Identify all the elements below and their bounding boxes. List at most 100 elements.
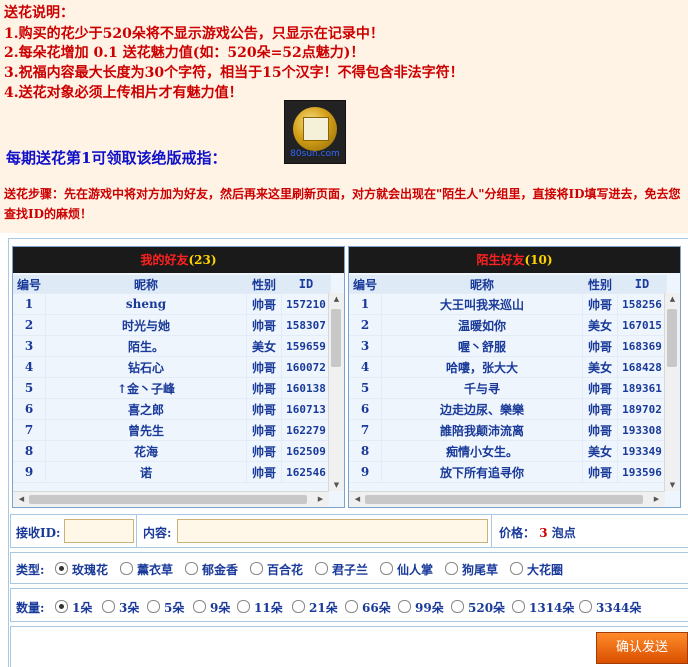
type-option-clivia[interactable]: 君子兰 — [315, 561, 368, 578]
type-option-lavender[interactable]: 薰衣草 — [120, 561, 173, 578]
type-option-label: 大花圈 — [527, 563, 564, 577]
radio-icon[interactable] — [185, 562, 198, 575]
qty-option-5[interactable]: 5朵 — [147, 599, 184, 616]
type-option-tulip[interactable]: 郁金香 — [185, 561, 238, 578]
radio-icon[interactable] — [398, 600, 411, 613]
cell-gender: 帅哥 — [582, 461, 618, 483]
type-option-cactus[interactable]: 仙人掌 — [380, 561, 433, 578]
content-input[interactable] — [177, 519, 488, 543]
scroll-right-arrow-icon[interactable]: ▶ — [313, 495, 328, 503]
radio-icon[interactable] — [120, 562, 133, 575]
type-option-wreath[interactable]: 大花圈 — [510, 561, 563, 578]
scrollbar-thumb[interactable] — [667, 309, 677, 367]
radio-icon[interactable] — [579, 600, 592, 613]
table-row[interactable]: 3 陌生。 美女 159659 — [13, 335, 331, 357]
cell-gender: 帅哥 — [582, 398, 618, 420]
radio-icon[interactable] — [292, 600, 305, 613]
scroll-left-arrow-icon[interactable]: ◀ — [350, 495, 365, 503]
qty-option-label: 99朵 — [415, 601, 444, 615]
radio-icon[interactable] — [510, 562, 523, 575]
table-row[interactable]: 8 花海 帅哥 162509 — [13, 440, 331, 462]
table-row[interactable]: 9 诺帅哥 162546 — [13, 461, 331, 483]
cell-id: 159659 — [281, 335, 331, 357]
qty-option-66[interactable]: 66朵 — [345, 599, 391, 616]
radio-icon[interactable] — [380, 562, 393, 575]
notice-rule-4: 4.送花对象必须上传相片才有魅力值！ — [4, 85, 243, 101]
scroll-down-arrow-icon[interactable]: ▼ — [329, 481, 344, 489]
type-option-rose[interactable]: 玫瑰花 — [55, 561, 108, 578]
cell-id: 160138 — [281, 377, 331, 399]
quantity-label: 数量: — [16, 601, 45, 615]
table-row[interactable]: 8 痴情小女生。 美女 193349 — [349, 440, 667, 462]
radio-icon[interactable] — [237, 600, 250, 613]
cell-nickname: 喔丶舒服 — [381, 335, 583, 357]
cell-id: 158307 — [281, 314, 331, 336]
radio-icon[interactable] — [55, 562, 68, 575]
qty-option-520[interactable]: 520朵 — [451, 599, 505, 616]
table-row[interactable]: 4 哈嘍，张大大 美女 168428 — [349, 356, 667, 378]
radio-icon[interactable] — [345, 600, 358, 613]
scroll-down-arrow-icon[interactable]: ▼ — [665, 481, 680, 489]
scroll-left-arrow-icon[interactable]: ◀ — [14, 495, 29, 503]
scrollbar-thumb[interactable] — [365, 495, 643, 504]
friends-horizontal-scrollbar[interactable]: ◀ ▶ — [13, 491, 329, 507]
cell-id: 167015 — [617, 314, 667, 336]
type-option-foxtail[interactable]: 狗尾草 — [445, 561, 498, 578]
radio-icon[interactable] — [315, 562, 328, 575]
qty-option-label: 520朵 — [468, 601, 506, 615]
strangers-vertical-scrollbar[interactable]: ▲ ▼ — [664, 293, 680, 491]
confirm-send-button[interactable]: 确认发送 — [596, 632, 688, 664]
cell-gender: 帅哥 — [246, 440, 282, 462]
table-row[interactable]: 2 时光与她 帅哥 158307 — [13, 314, 331, 336]
qty-option-11[interactable]: 11朵 — [237, 599, 283, 616]
radio-icon[interactable] — [451, 600, 464, 613]
table-row[interactable]: 1 大王叫我来巡山 帅哥 158256 — [349, 293, 667, 315]
radio-icon[interactable] — [445, 562, 458, 575]
table-row[interactable]: 5 ↑金丶子峰 帅哥 160138 — [13, 377, 331, 399]
scroll-right-arrow-icon[interactable]: ▶ — [649, 495, 664, 503]
cell-nickname: 千与寻 — [381, 377, 583, 399]
scroll-up-arrow-icon[interactable]: ▲ — [329, 295, 344, 303]
radio-icon[interactable] — [193, 600, 206, 613]
receiver-id-input[interactable] — [64, 519, 134, 543]
radio-icon[interactable] — [512, 600, 525, 613]
notice-panel: 送花说明： 1.购买的花少于520朵将不显示游戏公告，只显示在记录中！ 2.每朵… — [0, 0, 688, 233]
qty-option-9[interactable]: 9朵 — [193, 599, 230, 616]
table-row[interactable]: 5 千与寻 帅哥 189361 — [349, 377, 667, 399]
scrollbar-thumb[interactable] — [29, 495, 307, 504]
friends-vertical-scrollbar[interactable]: ▲ ▼ — [328, 293, 344, 491]
steps-text: 先在游戏中将对方加为好友，然后再来这里刷新页面，对方就会出现在"陌生人"分组里，… — [4, 187, 681, 221]
cell-number: 2 — [13, 314, 46, 336]
table-row[interactable]: 2 温暖如你 美女 167015 — [349, 314, 667, 336]
table-row[interactable]: 3 喔丶舒服 帅哥 168369 — [349, 335, 667, 357]
radio-icon[interactable] — [147, 600, 160, 613]
qty-option-label: 66朵 — [362, 601, 391, 615]
scroll-up-arrow-icon[interactable]: ▲ — [665, 295, 680, 303]
cell-number: 8 — [13, 440, 46, 462]
qty-option-3344[interactable]: 3344朵 — [579, 599, 641, 616]
radio-icon[interactable] — [55, 600, 68, 613]
table-row[interactable]: 4 钻石心 帅哥 160072 — [13, 356, 331, 378]
cell-number: 5 — [349, 377, 382, 399]
table-row[interactable]: 7 誰陪我颠沛流离 帅哥 193308 — [349, 419, 667, 441]
qty-option-1[interactable]: 1朵 — [55, 599, 92, 616]
table-row[interactable]: 7 曾先生 帅哥 162279 — [13, 419, 331, 441]
cell-gender: 帅哥 — [246, 419, 282, 441]
cell-number: 4 — [13, 356, 46, 378]
qty-option-1314[interactable]: 1314朵 — [512, 599, 574, 616]
cell-id: 189702 — [617, 398, 667, 420]
table-row[interactable]: 6 边走边尿、樂樂 帅哥 189702 — [349, 398, 667, 420]
qty-option-21[interactable]: 21朵 — [292, 599, 338, 616]
qty-option-99[interactable]: 99朵 — [398, 599, 444, 616]
qty-option-label: 5朵 — [164, 601, 185, 615]
radio-icon[interactable] — [250, 562, 263, 575]
table-row[interactable]: 6 喜之郎 帅哥 160713 — [13, 398, 331, 420]
scrollbar-thumb[interactable] — [331, 309, 341, 367]
table-row[interactable]: 9 放下所有追寻你 帅哥 193596 — [349, 461, 667, 483]
col-nickname: 昵称 — [45, 275, 247, 294]
qty-option-3[interactable]: 3朵 — [102, 599, 139, 616]
radio-icon[interactable] — [102, 600, 115, 613]
strangers-horizontal-scrollbar[interactable]: ◀ ▶ — [349, 491, 665, 507]
table-row[interactable]: 1 sheng 帅哥 157210 — [13, 293, 331, 315]
type-option-lily[interactable]: 百合花 — [250, 561, 303, 578]
